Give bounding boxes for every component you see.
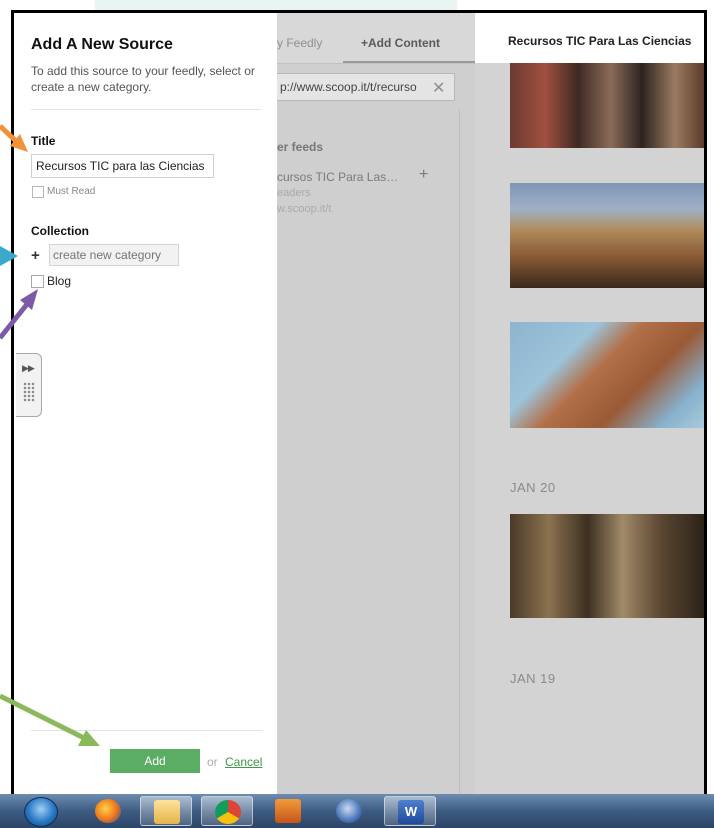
- taskbar-word[interactable]: W: [384, 796, 436, 826]
- orange-arrow-icon: [0, 124, 28, 152]
- media-player-icon: [275, 799, 301, 823]
- word-icon: W: [398, 800, 424, 824]
- folder-icon: [154, 800, 180, 824]
- taskbar-explorer[interactable]: [140, 796, 192, 826]
- firefox-icon: [95, 799, 121, 823]
- start-orb-icon[interactable]: [24, 797, 58, 827]
- taskbar-firefox[interactable]: [82, 796, 134, 826]
- chrome-icon: [215, 800, 241, 824]
- taskbar-chrome[interactable]: [201, 796, 253, 826]
- blue-arrow-icon: [0, 246, 18, 266]
- purple-arrow-icon: [0, 289, 38, 340]
- taskbar-media-player[interactable]: [262, 796, 314, 826]
- windows-taskbar: W: [0, 794, 714, 828]
- thunderbird-icon: [336, 799, 362, 823]
- annotation-arrows: [0, 124, 100, 746]
- taskbar-thunderbird[interactable]: [323, 796, 375, 826]
- green-arrow-icon: [0, 693, 100, 746]
